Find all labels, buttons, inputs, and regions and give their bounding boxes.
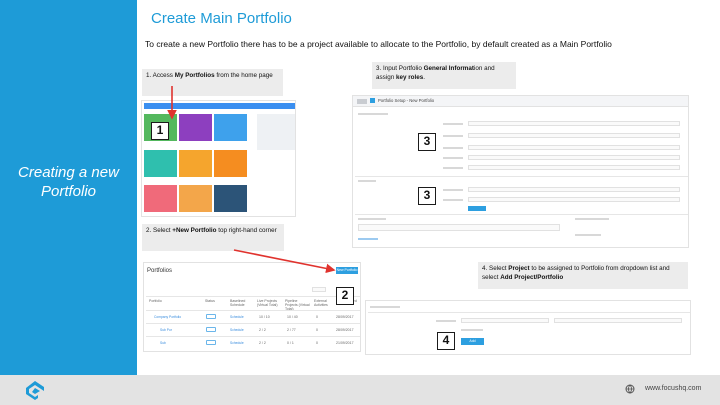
footer-bar [0,375,720,405]
globe-icon [625,384,635,394]
footer-url[interactable]: www.focushq.com [645,385,701,392]
focus-logo-icon [26,381,44,400]
arrow-to-new-portfolio [233,249,336,274]
arrows-overlay [167,86,336,274]
slide: Creating a new Portfolio Create Main Por… [0,0,720,405]
